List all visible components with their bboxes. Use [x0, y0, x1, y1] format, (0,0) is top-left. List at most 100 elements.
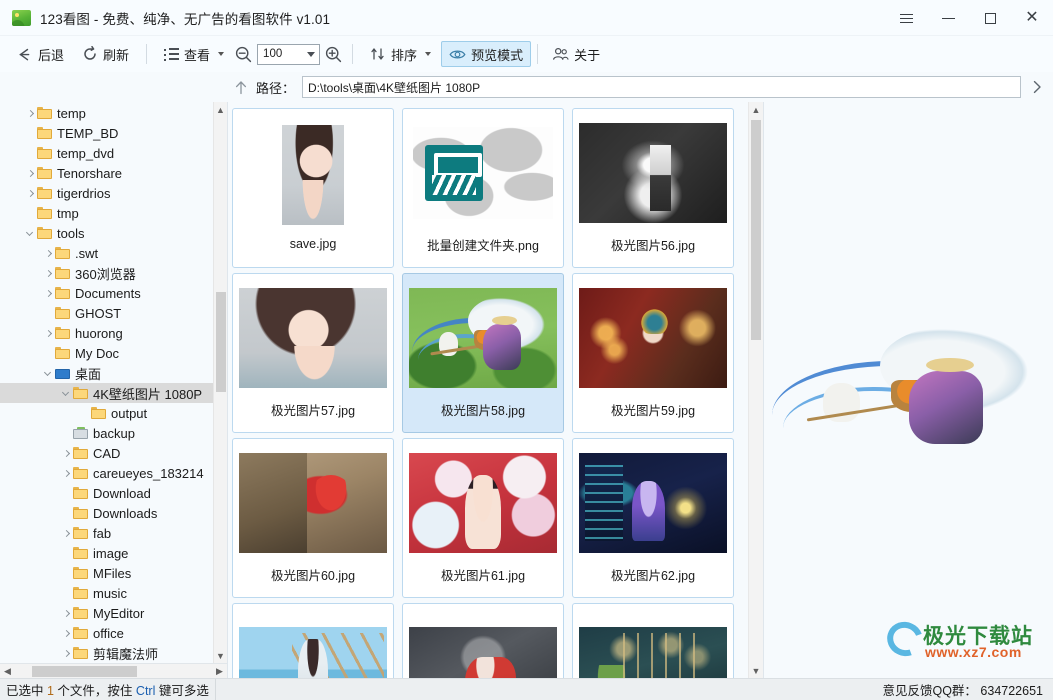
tree-item-15[interactable]: output — [0, 403, 227, 423]
tree-item-26[interactable]: office — [0, 623, 227, 643]
thumbnail-card[interactable]: save.jpg — [232, 108, 394, 268]
thumbnail-image — [409, 452, 557, 553]
preview-pane[interactable] — [763, 102, 1053, 678]
refresh-button[interactable]: 刷新 — [74, 41, 137, 67]
tree-item-9[interactable]: Documents — [0, 283, 227, 303]
chevron-right-icon[interactable] — [40, 245, 55, 261]
zoom-in-icon[interactable] — [324, 45, 343, 64]
hamburger-menu-icon[interactable] — [885, 0, 927, 36]
thumbnail-card[interactable]: 极光图片58.jpg — [402, 273, 564, 433]
thumbnail-card[interactable]: 极光图片61.jpg — [402, 438, 564, 598]
tree-item-16[interactable]: backup — [0, 423, 227, 443]
zoom-level-combobox[interactable]: 100 — [257, 43, 321, 65]
chevron-down-icon[interactable] — [58, 385, 73, 401]
refresh-icon — [82, 45, 98, 62]
tree-item-17[interactable]: CAD — [0, 443, 227, 463]
tree-item-12[interactable]: My Doc — [0, 343, 227, 363]
thumbnail-card[interactable]: 极光图片56.jpg — [572, 108, 734, 268]
thumbnail-artwork — [579, 627, 727, 678]
grid-scrollbar-thumb[interactable] — [751, 120, 761, 340]
thumbnail-card[interactable] — [402, 603, 564, 678]
thumbnail-card[interactable] — [232, 603, 394, 678]
zoom-dropdown-arrow-icon[interactable] — [302, 45, 319, 64]
chevron-down-icon[interactable] — [40, 365, 55, 381]
tree-item-25[interactable]: MyEditor — [0, 603, 227, 623]
tree-horizontal-scrollbar[interactable]: ◀ ▶ — [0, 663, 227, 678]
chevron-right-icon[interactable] — [40, 265, 55, 281]
thumbnail-card[interactable] — [572, 603, 734, 678]
path-input[interactable]: D:\tools\桌面\4K壁纸图片 1080P — [302, 76, 1021, 98]
tree-item-label: GHOST — [75, 305, 122, 321]
chevron-right-icon[interactable] — [1025, 75, 1049, 99]
tree-item-13[interactable]: 桌面 — [0, 363, 227, 383]
chevron-right-icon[interactable] — [40, 285, 55, 301]
tree-item-label: Documents — [75, 285, 141, 301]
tree-scroll-right-button[interactable]: ▶ — [212, 666, 227, 677]
chevron-right-icon[interactable] — [22, 185, 37, 201]
about-button[interactable]: 关于 — [544, 41, 608, 67]
preview-mode-toggle[interactable]: 预览模式 — [441, 41, 532, 67]
thumbnail-image — [239, 125, 387, 225]
tree-item-27[interactable]: 剪辑魔法师 — [0, 643, 227, 663]
arrow-up-icon[interactable] — [228, 76, 254, 98]
minimize-icon[interactable] — [927, 0, 969, 36]
tree-hscrollbar-thumb[interactable] — [32, 666, 137, 677]
sort-chevron-down-icon[interactable] — [425, 52, 432, 56]
sort-button[interactable]: 排序 — [362, 41, 439, 67]
thumbnail-card[interactable]: 极光图片60.jpg — [232, 438, 394, 598]
tree-item-6[interactable]: tools — [0, 223, 227, 243]
tree-item-3[interactable]: Tenorshare — [0, 163, 227, 183]
tree-item-4[interactable]: tigerdrios — [0, 183, 227, 203]
thumbnail-card[interactable]: 极光图片57.jpg — [232, 273, 394, 433]
back-button[interactable]: 后退 — [8, 41, 72, 67]
folder-icon — [55, 247, 70, 259]
chevron-right-icon[interactable] — [40, 325, 55, 341]
tree-item-8[interactable]: 360浏览器 — [0, 263, 227, 283]
chevron-right-icon[interactable] — [58, 625, 73, 641]
tree-scroll-up-button[interactable]: ▲ — [214, 102, 227, 117]
tree-item-24[interactable]: music — [0, 583, 227, 603]
tree-scroll-left-button[interactable]: ◀ — [0, 666, 15, 677]
sort-label: 排序 — [391, 47, 418, 63]
chevron-right-icon[interactable] — [22, 165, 37, 181]
tree-vertical-scrollbar[interactable]: ▲ ▼ — [213, 102, 227, 663]
thumbnail-card[interactable]: 极光图片59.jpg — [572, 273, 734, 433]
tree-item-5[interactable]: tmp — [0, 203, 227, 223]
thumbnail-grid: save.jpg 批量创建文件夹.png 极光图片56.jpg 极光图片57.jpg 极… — [228, 102, 748, 678]
tree-item-7[interactable]: .swt — [0, 243, 227, 263]
tree-item-21[interactable]: fab — [0, 523, 227, 543]
grid-scroll-up-button[interactable]: ▲ — [749, 102, 763, 117]
grid-scroll-down-button[interactable]: ▼ — [749, 663, 763, 678]
chevron-down-icon[interactable] — [22, 225, 37, 241]
folder-icon — [37, 147, 52, 159]
close-icon[interactable]: ✕ — [1011, 0, 1053, 36]
maximize-icon[interactable] — [969, 0, 1011, 36]
grid-vertical-scrollbar[interactable]: ▲ ▼ — [748, 102, 763, 678]
tree-item-14[interactable]: 4K壁纸图片 1080P — [0, 383, 227, 403]
tree-scroll-down-button[interactable]: ▼ — [214, 648, 227, 663]
tree-item-18[interactable]: careueyes_183214 — [0, 463, 227, 483]
thumbnail-filename: 极光图片56.jpg — [610, 238, 696, 253]
tree-item-1[interactable]: TEMP_BD — [0, 123, 227, 143]
chevron-right-icon[interactable] — [58, 445, 73, 461]
tree-item-22[interactable]: image — [0, 543, 227, 563]
chevron-right-icon[interactable] — [58, 645, 73, 661]
chevron-right-icon[interactable] — [58, 465, 73, 481]
chevron-right-icon[interactable] — [22, 105, 37, 121]
tree-item-11[interactable]: huorong — [0, 323, 227, 343]
tree-item-19[interactable]: Download — [0, 483, 227, 503]
tree-item-0[interactable]: temp — [0, 103, 227, 123]
tree-item-20[interactable]: Downloads — [0, 503, 227, 523]
tree-item-2[interactable]: temp_dvd — [0, 143, 227, 163]
tree-item-10[interactable]: GHOST — [0, 303, 227, 323]
chevron-right-icon[interactable] — [58, 605, 73, 621]
chevron-down-icon[interactable] — [218, 52, 225, 56]
tree-scrollbar-thumb[interactable] — [216, 292, 226, 392]
tree-item-23[interactable]: MFiles — [0, 563, 227, 583]
thumbnail-card[interactable]: 极光图片62.jpg — [572, 438, 734, 598]
thumbnail-image — [239, 452, 387, 553]
view-button[interactable]: 查看 — [156, 41, 232, 67]
thumbnail-card[interactable]: 批量创建文件夹.png — [402, 108, 564, 268]
chevron-right-icon[interactable] — [58, 525, 73, 541]
zoom-out-icon[interactable] — [234, 45, 253, 64]
